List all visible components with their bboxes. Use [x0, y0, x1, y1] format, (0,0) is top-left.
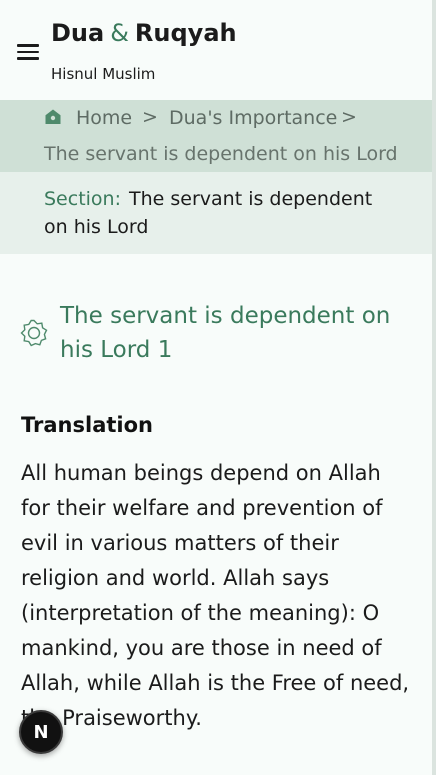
- app-title-left: Dua: [51, 19, 105, 47]
- app-title-amp: &: [110, 19, 129, 47]
- translation-text: All human beings depend on Allah for the…: [21, 461, 410, 730]
- app-title[interactable]: Dua & Ruqyah: [51, 19, 237, 47]
- app-title-right: Ruqyah: [134, 19, 237, 47]
- menu-icon[interactable]: [17, 44, 39, 60]
- dua-title: The servant is dependent on his Lord 1: [60, 303, 391, 363]
- app-subtitle: Hisnul Muslim: [51, 65, 156, 83]
- section-info: Section: The servant is dependent on his …: [44, 185, 384, 241]
- breadcrumb-current: The servant is dependent on his Lord: [44, 143, 398, 165]
- translation-heading: Translation: [21, 413, 153, 437]
- fab-letter: N: [33, 721, 49, 743]
- scrollbar-edge: [432, 0, 436, 775]
- breadcrumb-separator: >: [142, 106, 158, 128]
- section-label: Section:: [44, 188, 121, 210]
- breadcrumb-home[interactable]: Home: [76, 107, 132, 129]
- floating-action-button[interactable]: N: [19, 710, 63, 754]
- breadcrumb-separator: >: [341, 106, 357, 128]
- breadcrumb-category[interactable]: Dua's Importance: [169, 107, 337, 129]
- home-icon[interactable]: [44, 108, 62, 126]
- dua-badge-icon: [20, 319, 48, 347]
- app-header: Dua & Ruqyah Hisnul Muslim: [0, 0, 432, 100]
